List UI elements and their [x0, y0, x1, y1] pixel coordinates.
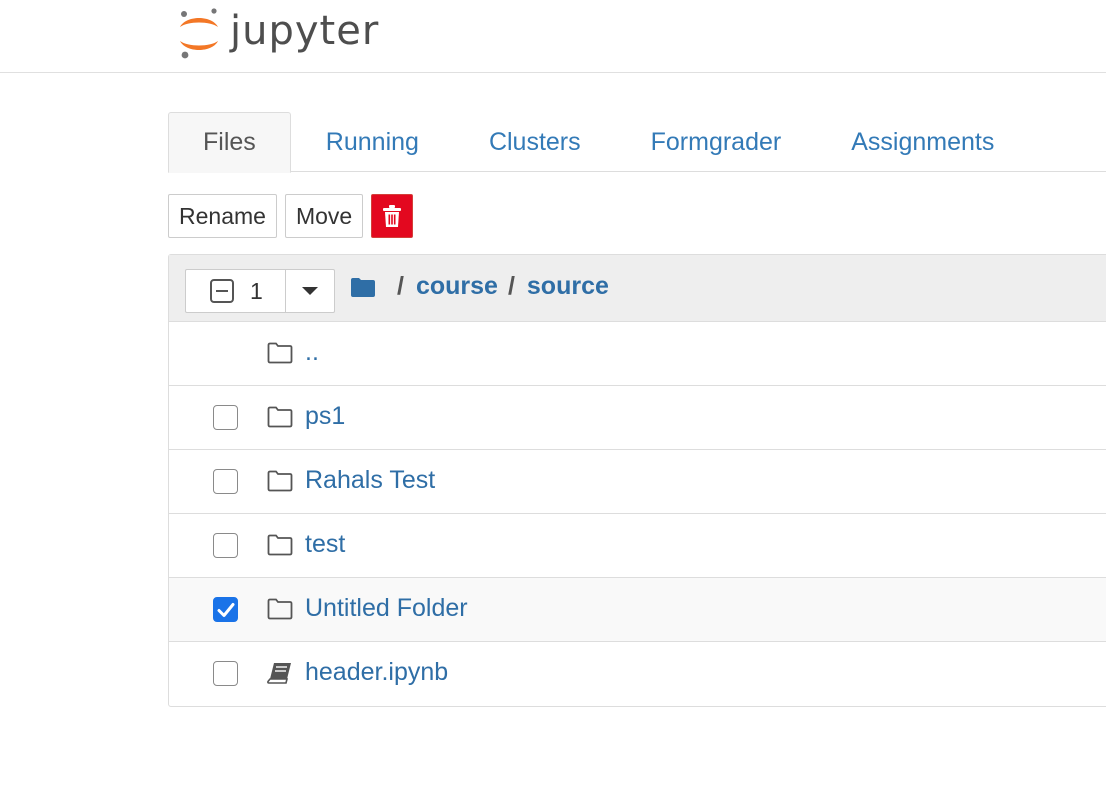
- list-item: ..: [169, 322, 1106, 386]
- header: jupyter: [0, 0, 1106, 73]
- checkmark-icon: [217, 603, 235, 617]
- item-link[interactable]: header.ipynb: [305, 658, 448, 687]
- select-all-toggle[interactable]: 1: [186, 270, 286, 312]
- folder-icon: [267, 598, 293, 620]
- caret-down-icon: [302, 287, 318, 295]
- breadcrumb-separator: /: [507, 272, 515, 300]
- folder-icon: [267, 534, 293, 556]
- list-item: test: [169, 514, 1106, 578]
- folder-icon: [267, 342, 293, 364]
- item-link[interactable]: ps1: [305, 402, 345, 431]
- tab-clusters[interactable]: Clusters: [454, 112, 616, 172]
- selection-control: 1: [185, 269, 335, 313]
- list-item: ps1: [169, 386, 1106, 450]
- item-link[interactable]: Rahals Test: [305, 466, 435, 495]
- main-tabs: Files Running Clusters Formgrader Assign…: [168, 112, 1106, 173]
- partial-select-checkbox[interactable]: [210, 279, 234, 303]
- jupyter-logo[interactable]: jupyter: [176, 4, 379, 62]
- list-item: Rahals Test: [169, 450, 1106, 514]
- item-link[interactable]: Untitled Folder: [305, 594, 468, 623]
- breadcrumb-course[interactable]: course: [416, 272, 498, 301]
- home-folder-icon[interactable]: [351, 277, 375, 297]
- folder-icon: [267, 470, 293, 492]
- breadcrumb: / course / source: [351, 272, 609, 301]
- delete-button[interactable]: [371, 194, 414, 238]
- tab-running[interactable]: Running: [291, 112, 454, 172]
- item-checkbox[interactable]: [213, 469, 238, 494]
- tab-formgrader[interactable]: Formgrader: [616, 112, 817, 172]
- breadcrumb-separator: /: [397, 272, 404, 300]
- rename-button[interactable]: Rename: [168, 194, 277, 238]
- jupyter-wordmark: jupyter: [230, 8, 380, 54]
- notebook-icon: [267, 663, 291, 684]
- tab-files[interactable]: Files: [168, 112, 291, 173]
- trash-icon: [383, 205, 402, 227]
- tab-assignments[interactable]: Assignments: [816, 112, 1029, 172]
- move-button[interactable]: Move: [284, 194, 364, 238]
- item-checkbox[interactable]: [213, 597, 238, 622]
- item-link[interactable]: test: [305, 530, 345, 559]
- list-item: header.ipynb: [169, 642, 1106, 706]
- file-list: 1 / course / source .. ps1 Rahals Test t…: [168, 254, 1106, 707]
- file-list-header: 1 / course / source: [169, 255, 1106, 322]
- file-toolbar: Rename Move: [168, 194, 414, 238]
- breadcrumb-source[interactable]: source: [527, 272, 609, 301]
- list-item: Untitled Folder: [169, 578, 1106, 642]
- folder-icon: [267, 406, 293, 428]
- item-checkbox[interactable]: [213, 661, 238, 686]
- item-checkbox[interactable]: [213, 533, 238, 558]
- item-link[interactable]: ..: [305, 338, 319, 367]
- select-menu-dropdown[interactable]: [286, 270, 334, 312]
- item-checkbox[interactable]: [213, 405, 238, 430]
- jupyter-logo-icon: [180, 8, 218, 59]
- selected-count: 1: [250, 277, 263, 304]
